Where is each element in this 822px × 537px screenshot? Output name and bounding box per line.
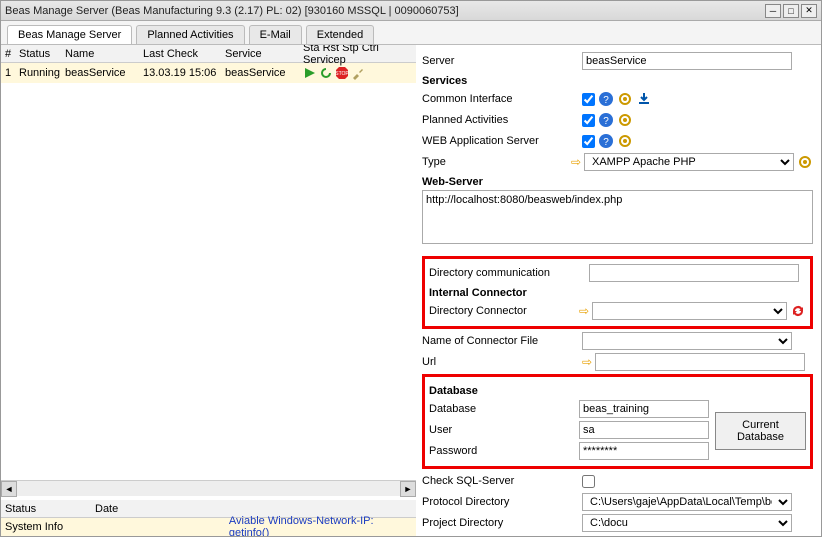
lbl-project-dir: Project Directory <box>422 517 582 529</box>
lbl-user: User <box>429 424 579 436</box>
gear-icon[interactable] <box>617 112 633 128</box>
log-message: Aviable Windows-Network-IP: getinfo() <box>229 515 412 536</box>
database-input[interactable] <box>579 400 709 418</box>
col-service: Service <box>221 46 299 62</box>
lbl-url: Url <box>422 356 582 368</box>
log-row[interactable]: System Info Aviable Windows-Network-IP: … <box>1 518 416 536</box>
password-input[interactable] <box>579 442 709 460</box>
heading-database: Database <box>429 385 806 397</box>
arrow-icon: ⇨ <box>582 355 592 369</box>
server-input[interactable] <box>582 52 792 70</box>
current-database-button[interactable]: Current Database <box>715 412 806 450</box>
type-select[interactable]: XAMPP Apache PHP <box>584 153 794 171</box>
lbl-type: Type <box>422 156 571 168</box>
lbl-check-sql: Check SQL-Server <box>422 475 582 487</box>
common-interface-checkbox[interactable] <box>582 93 595 106</box>
log-status: System Info <box>5 521 93 533</box>
arrow-icon: ⇨ <box>579 304 589 318</box>
log-grid: Status Date System Info Aviable Windows-… <box>1 500 416 536</box>
stop-icon[interactable]: STOP <box>335 66 349 80</box>
tab-manage-server[interactable]: Beas Manage Server <box>7 25 132 44</box>
svg-text:STOP: STOP <box>335 71 349 77</box>
lbl-server: Server <box>422 55 582 67</box>
lbl-database: Database <box>429 403 579 415</box>
scroll-right-button[interactable]: ► <box>400 481 416 497</box>
row-service: beasService <box>221 65 299 81</box>
tools-icon[interactable] <box>351 66 365 80</box>
scroll-left-button[interactable]: ◄ <box>1 481 17 497</box>
heading-webserver: Web-Server <box>422 176 813 188</box>
lbl-dir-connector: Directory Connector <box>429 305 579 317</box>
close-button[interactable]: ✕ <box>801 4 817 18</box>
start-icon[interactable] <box>303 66 317 80</box>
scroll-track[interactable] <box>17 482 400 496</box>
lbl-password: Password <box>429 445 579 457</box>
h-scrollbar[interactable]: ◄ ► <box>1 480 416 496</box>
service-grid-header: # Status Name Last Check Service Sta Rst… <box>1 45 416 63</box>
service-row[interactable]: 1 Running beasService 13.03.19 15:06 bea… <box>1 63 416 83</box>
protocol-dir-select[interactable]: C:\Users\gaje\AppData\Local\Temp\beas\ <box>582 493 792 511</box>
titlebar: Beas Manage Server (Beas Manufacturing 9… <box>1 1 821 21</box>
row-status: Running <box>15 65 61 81</box>
lbl-dir-comm: Directory communication <box>429 267 589 279</box>
col-lastcheck: Last Check <box>139 46 221 62</box>
log-col-date: Date <box>91 501 231 517</box>
tab-email[interactable]: E-Mail <box>249 25 302 44</box>
gear-icon[interactable] <box>797 154 813 170</box>
download-icon[interactable] <box>636 91 652 107</box>
help-icon[interactable]: ? <box>598 112 614 128</box>
svg-text:?: ? <box>603 137 609 148</box>
arrow-icon: ⇨ <box>571 155 581 169</box>
svg-text:?: ? <box>603 116 609 127</box>
dir-connector-select[interactable] <box>592 302 787 320</box>
tab-planned-activities[interactable]: Planned Activities <box>136 25 244 44</box>
window-title: Beas Manage Server (Beas Manufacturing 9… <box>5 5 763 17</box>
col-num: # <box>1 46 15 62</box>
col-status: Status <box>15 46 61 62</box>
help-icon[interactable]: ? <box>598 133 614 149</box>
service-grid: # Status Name Last Check Service Sta Rst… <box>1 45 416 83</box>
refresh-icon[interactable] <box>790 303 806 319</box>
lbl-planned-activities: Planned Activities <box>422 114 582 126</box>
heading-internal-connector: Internal Connector <box>429 287 806 299</box>
gear-icon[interactable] <box>617 133 633 149</box>
lbl-protocol-dir: Protocol Directory <box>422 496 582 508</box>
gear-icon[interactable] <box>617 91 633 107</box>
heading-services: Services <box>422 75 813 87</box>
connector-file-select[interactable] <box>582 332 792 350</box>
maximize-button[interactable]: □ <box>783 4 799 18</box>
lbl-connector-file: Name of Connector File <box>422 335 582 347</box>
web-app-server-checkbox[interactable] <box>582 135 595 148</box>
lbl-common-interface: Common Interface <box>422 93 582 105</box>
tab-extended[interactable]: Extended <box>306 25 374 44</box>
log-col-status: Status <box>1 501 91 517</box>
tab-bar: Beas Manage Server Planned Activities E-… <box>1 21 821 45</box>
row-num: 1 <box>1 65 15 81</box>
url-input[interactable] <box>595 353 805 371</box>
lbl-web-app-server: WEB Application Server <box>422 135 582 147</box>
user-input[interactable] <box>579 421 709 439</box>
project-dir-select[interactable]: C:\docu <box>582 514 792 532</box>
svg-text:?: ? <box>603 95 609 106</box>
col-name: Name <box>61 46 139 62</box>
restart-icon[interactable] <box>319 66 333 80</box>
webserver-textbox[interactable]: http://localhost:8080/beasweb/index.php <box>422 190 813 244</box>
row-name: beasService <box>61 65 139 81</box>
check-sql-checkbox[interactable] <box>582 475 595 488</box>
planned-activities-checkbox[interactable] <box>582 114 595 127</box>
minimize-button[interactable]: ─ <box>765 4 781 18</box>
row-lastcheck: 13.03.19 15:06 <box>139 65 221 81</box>
help-icon[interactable]: ? <box>598 91 614 107</box>
dir-comm-input[interactable] <box>589 264 799 282</box>
